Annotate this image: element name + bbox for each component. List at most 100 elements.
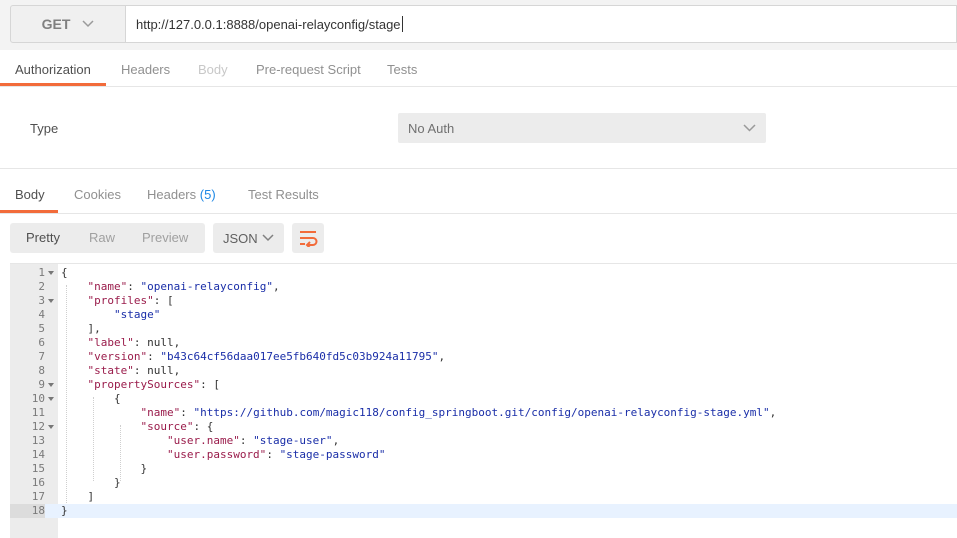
code-text: } [61, 504, 68, 518]
postman-window: GET http://127.0.0.1:8888/openai-relayco… [0, 0, 957, 538]
code-line: 7 "version": "b43c64cf56daa017ee5fb640fd… [10, 350, 957, 364]
json-punctuation [61, 378, 88, 391]
code-line: 14 "user.password": "stage-password" [10, 448, 957, 462]
fold-toggle-icon[interactable] [48, 425, 54, 429]
json-punctuation [61, 336, 88, 349]
fold-toggle-icon[interactable] [48, 383, 54, 387]
json-punctuation: : { [193, 420, 214, 433]
tab-label: Headers [147, 187, 197, 202]
json-punctuation: , [332, 434, 340, 447]
json-punctuation [61, 364, 88, 377]
json-punctuation [61, 350, 88, 363]
response-body-editor[interactable]: 1{2 "name": "openai-relayconfig", 3 "prof… [10, 263, 957, 538]
chevron-down-icon [262, 234, 274, 242]
json-punctuation: } [61, 462, 148, 475]
line-number: 7 [38, 350, 45, 363]
fold-toggle-icon[interactable] [48, 397, 54, 401]
code-text: "stage" [61, 308, 160, 322]
json-punctuation [61, 406, 140, 419]
line-number: 1 [38, 266, 45, 279]
code-text: "user.name": "stage-user", [61, 434, 339, 448]
tab-pre-request-script[interactable]: Pre-request Script [256, 55, 361, 86]
json-key: "user.name" [166, 434, 240, 447]
code-text: ], [61, 322, 101, 336]
method-dropdown[interactable]: GET [10, 5, 126, 43]
code-text: { [61, 392, 121, 406]
tab-test-results[interactable]: Test Results [248, 180, 319, 213]
fold-toggle-icon[interactable] [48, 299, 54, 303]
json-punctuation: : [147, 350, 161, 363]
json-key: "profiles" [87, 294, 154, 307]
wrap-lines-icon [300, 231, 318, 247]
json-punctuation: : [180, 406, 194, 419]
json-punctuation: { [61, 266, 68, 279]
view-mode-segment: Pretty Raw Preview [10, 223, 205, 253]
json-string: "b43c64cf56daa017ee5fb640fd5c03b924a1179… [160, 350, 439, 363]
tab-authorization[interactable]: Authorization [0, 55, 106, 86]
auth-type-select[interactable]: No Auth [398, 113, 766, 143]
line-number: 6 [38, 336, 45, 349]
tab-body[interactable]: Body [198, 55, 228, 86]
json-punctuation: : null, [133, 364, 181, 377]
json-key: "propertySources" [87, 378, 201, 391]
json-key: "state" [87, 364, 134, 377]
json-string: "stage-user" [253, 434, 333, 447]
json-punctuation [61, 448, 167, 461]
json-punctuation [61, 280, 88, 293]
method-label: GET [41, 16, 71, 32]
code-text: } [61, 462, 147, 476]
chevron-down-icon [743, 124, 756, 132]
tab-headers[interactable]: Headers [121, 55, 170, 86]
code-text: "propertySources": [ [61, 378, 220, 392]
json-punctuation: : [127, 280, 141, 293]
line-number: 10 [31, 392, 45, 405]
tab-cookies[interactable]: Cookies [74, 180, 121, 213]
wrap-lines-button[interactable] [292, 223, 324, 253]
code-line: 3 "profiles": [ [10, 294, 957, 308]
tab-label: Cookies [74, 187, 121, 202]
code-text: } [61, 476, 121, 490]
json-punctuation: } [61, 504, 68, 517]
line-number: 16 [31, 476, 45, 489]
fold-toggle-icon[interactable] [48, 271, 54, 275]
line-number: 15 [31, 462, 45, 475]
section-divider [0, 168, 957, 169]
json-punctuation [61, 308, 114, 321]
code-text: "name": "openai-relayconfig", [61, 280, 280, 294]
url-input[interactable]: http://127.0.0.1:8888/openai-relayconfig… [126, 5, 957, 43]
chevron-down-icon [82, 20, 94, 28]
format-dropdown[interactable]: JSON [213, 223, 284, 253]
pretty-button[interactable]: Pretty [26, 223, 60, 253]
tab-tests[interactable]: Tests [387, 55, 417, 86]
code-text: { [61, 266, 68, 280]
headers-count-badge: (5) [199, 187, 216, 202]
json-punctuation [61, 294, 88, 307]
json-punctuation [61, 420, 140, 433]
code-line: 5 ], [10, 322, 957, 336]
text-caret [401, 16, 403, 32]
line-number: 8 [38, 364, 45, 377]
json-punctuation: ], [61, 322, 101, 335]
line-number: 11 [31, 406, 45, 419]
tab-response-headers[interactable]: Headers (5) [147, 180, 216, 213]
tab-label: Pre-request Script [256, 62, 361, 77]
json-key: "user.password" [166, 448, 267, 461]
code-text: "profiles": [ [61, 294, 174, 308]
line-number: 14 [31, 448, 45, 461]
json-string: "stage-password" [279, 448, 386, 461]
line-number: 3 [38, 294, 45, 307]
json-punctuation: : [ [153, 294, 174, 307]
tab-label: Headers [121, 62, 171, 77]
raw-button[interactable]: Raw [89, 223, 115, 253]
url-text: http://127.0.0.1:8888/openai-relayconfig… [136, 16, 401, 32]
code-line: 4 "stage" [10, 308, 957, 322]
response-tabs: Body Cookies Headers (5) Test Results [0, 180, 957, 214]
json-punctuation: : [266, 448, 280, 461]
code-text: "source": { [61, 420, 213, 434]
code-line: 10 { [10, 392, 957, 406]
preview-button[interactable]: Preview [142, 223, 188, 253]
json-punctuation: { [61, 392, 121, 405]
line-number: 12 [31, 420, 45, 433]
tab-response-body[interactable]: Body [0, 180, 58, 213]
json-punctuation: : [ [200, 378, 220, 391]
